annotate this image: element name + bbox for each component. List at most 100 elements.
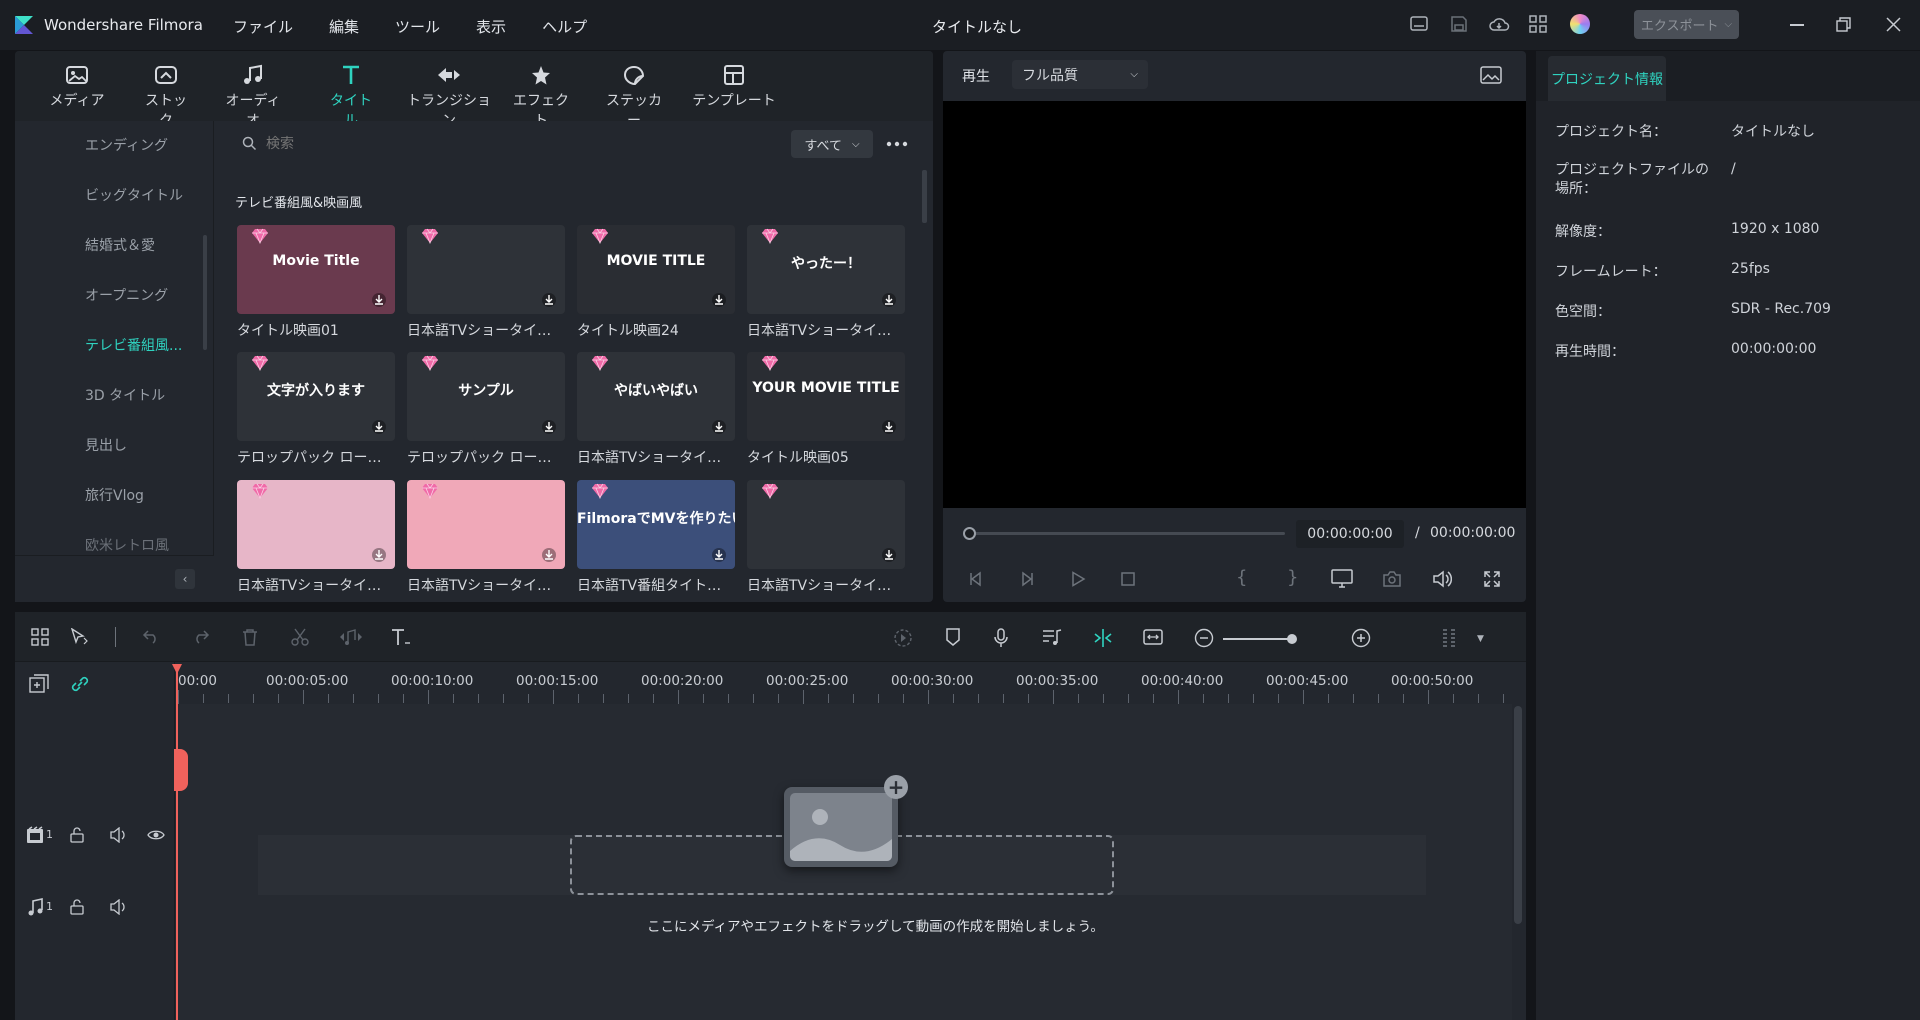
avatar[interactable]	[1570, 14, 1590, 34]
menu-view[interactable]: 表示	[476, 16, 506, 37]
lock-icon[interactable]	[69, 827, 85, 843]
progress-track[interactable]	[970, 532, 1285, 535]
delete-icon[interactable]	[242, 628, 258, 646]
download-icon[interactable]	[711, 292, 727, 308]
audio-list-icon[interactable]	[1042, 628, 1062, 646]
zoom-slider-handle[interactable]	[1287, 634, 1297, 644]
title-card-thumbnail[interactable]	[747, 480, 905, 569]
lock-icon[interactable]	[69, 899, 85, 915]
title-card-thumbnail[interactable]: Movie Title	[237, 225, 395, 314]
track-density-icon[interactable]	[1441, 628, 1459, 650]
select-cursor-icon[interactable]	[70, 628, 90, 646]
zoom-in-icon[interactable]	[1351, 628, 1371, 648]
add-text-icon[interactable]	[390, 628, 412, 646]
fit-timeline-icon[interactable]	[1143, 628, 1163, 646]
mute-track-icon[interactable]	[109, 827, 127, 843]
playhead-tab[interactable]	[174, 749, 188, 791]
menu-edit[interactable]: 編集	[329, 16, 359, 37]
redo-icon[interactable]	[192, 628, 210, 644]
eye-visibility-icon[interactable]	[147, 828, 165, 842]
chevron-down-icon[interactable]: ▼	[1477, 634, 1484, 644]
video-canvas[interactable]	[943, 101, 1526, 508]
category-retro[interactable]: 欧米レトロ風	[85, 535, 169, 555]
volume-icon[interactable]	[1432, 570, 1452, 588]
category-big-title[interactable]: ビッグタイトル	[85, 185, 183, 205]
minimize-icon[interactable]	[1790, 24, 1804, 26]
download-icon[interactable]	[541, 292, 557, 308]
undo-icon[interactable]	[142, 628, 160, 644]
title-card-thumbnail[interactable]	[237, 480, 395, 569]
step-forward-icon[interactable]	[1019, 571, 1035, 587]
download-icon[interactable]	[541, 547, 557, 563]
mark-in-icon[interactable]: {	[1236, 567, 1247, 588]
step-back-icon[interactable]	[968, 571, 984, 587]
save-icon[interactable]	[1450, 15, 1468, 33]
title-card[interactable]: 日本語TVショータイトル02	[747, 480, 905, 595]
category-scrollbar[interactable]	[203, 235, 207, 350]
play-icon[interactable]	[1070, 571, 1086, 587]
title-card[interactable]: 日本語TVショータイトル09	[407, 225, 565, 340]
title-card-thumbnail[interactable]: サンプル	[407, 352, 565, 441]
category-headline[interactable]: 見出し	[85, 435, 127, 455]
title-card[interactable]: やったー！ 日本語TVショータイトル04	[747, 225, 905, 340]
snap-magnet-icon[interactable]	[1092, 628, 1114, 648]
mute-track-icon[interactable]	[109, 899, 127, 915]
filter-select[interactable]: すべて ⌵	[791, 130, 873, 158]
download-icon[interactable]	[881, 547, 897, 563]
category-opening[interactable]: オープニング	[85, 285, 168, 305]
library-scrollbar[interactable]	[922, 170, 927, 223]
title-card-thumbnail[interactable]: FilmoraでMVを作りたい！	[577, 480, 735, 569]
display-monitor-icon[interactable]	[1331, 569, 1353, 589]
title-card[interactable]: 日本語TVショータイトル12	[237, 480, 395, 595]
tab-media[interactable]: メディア	[47, 64, 107, 110]
marker-shield-icon[interactable]	[945, 628, 961, 646]
zoom-out-icon[interactable]	[1194, 628, 1214, 648]
link-icon[interactable]	[70, 674, 90, 694]
title-card[interactable]: FilmoraでMVを作りたい！ 日本語TV番組タイトル15	[577, 480, 735, 595]
camera-snapshot-icon[interactable]	[1382, 570, 1402, 588]
timeline-scroll-thumb[interactable]	[1514, 706, 1522, 924]
playhead-line[interactable]	[176, 664, 178, 1020]
title-card[interactable]: MOVIE TITLE タイトル映画24	[577, 225, 735, 340]
download-icon[interactable]	[711, 419, 727, 435]
title-card[interactable]: やばいやばい日本語TVショータイトル05	[577, 352, 735, 467]
stop-icon[interactable]	[1120, 571, 1136, 587]
category-wedding[interactable]: 結婚式＆愛	[85, 235, 155, 255]
title-card[interactable]: Movie Title タイトル映画01	[237, 225, 395, 340]
microphone-icon[interactable]	[993, 628, 1009, 648]
menu-file[interactable]: ファイル	[233, 16, 293, 37]
cloud-icon[interactable]	[1488, 15, 1510, 33]
render-preview-icon[interactable]	[893, 628, 913, 648]
title-card-thumbnail[interactable]: やったー！	[747, 225, 905, 314]
title-card-thumbnail[interactable]: YOUR MOVIE TITLE	[747, 352, 905, 441]
title-card[interactable]: 文字が入りますテロップパック ローワーサー...	[237, 352, 395, 467]
title-card-thumbnail[interactable]: 文字が入ります	[237, 352, 395, 441]
download-icon[interactable]	[371, 419, 387, 435]
layout-grid-icon[interactable]	[31, 628, 49, 646]
search-input[interactable]	[266, 133, 766, 155]
title-card-thumbnail[interactable]	[407, 225, 565, 314]
current-time[interactable]: 00:00:00:00	[1296, 520, 1404, 548]
category-ending[interactable]: エンディング	[85, 135, 168, 155]
menu-tools[interactable]: ツール	[395, 16, 440, 37]
add-track-icon[interactable]	[29, 674, 49, 694]
download-icon[interactable]	[711, 547, 727, 563]
download-icon[interactable]	[371, 547, 387, 563]
category-3d-title[interactable]: 3D タイトル	[85, 385, 165, 405]
close-icon[interactable]	[1886, 17, 1901, 32]
title-card[interactable]: 日本語TVショータイトル11	[407, 480, 565, 595]
layout-icon[interactable]	[1410, 16, 1428, 32]
add-media-plus-icon[interactable]: +	[884, 775, 908, 799]
audio-detach-icon[interactable]	[338, 628, 364, 646]
title-card-thumbnail[interactable]: MOVIE TITLE	[577, 225, 735, 314]
collapse-sidebar-button[interactable]: ‹	[175, 569, 195, 589]
title-card[interactable]: YOUR MOVIE TITLE タイトル映画05	[747, 352, 905, 467]
download-icon[interactable]	[881, 292, 897, 308]
download-icon[interactable]	[541, 419, 557, 435]
quality-select[interactable]: フル品質 ⌵	[1012, 60, 1148, 89]
fullscreen-icon[interactable]	[1483, 570, 1501, 588]
category-tv-show[interactable]: テレビ番組風...	[85, 335, 182, 355]
tab-project-info[interactable]: プロジェクト情報	[1548, 56, 1666, 101]
grid-apps-icon[interactable]	[1529, 15, 1547, 33]
export-button[interactable]: エクスポート ⌵	[1634, 10, 1739, 39]
